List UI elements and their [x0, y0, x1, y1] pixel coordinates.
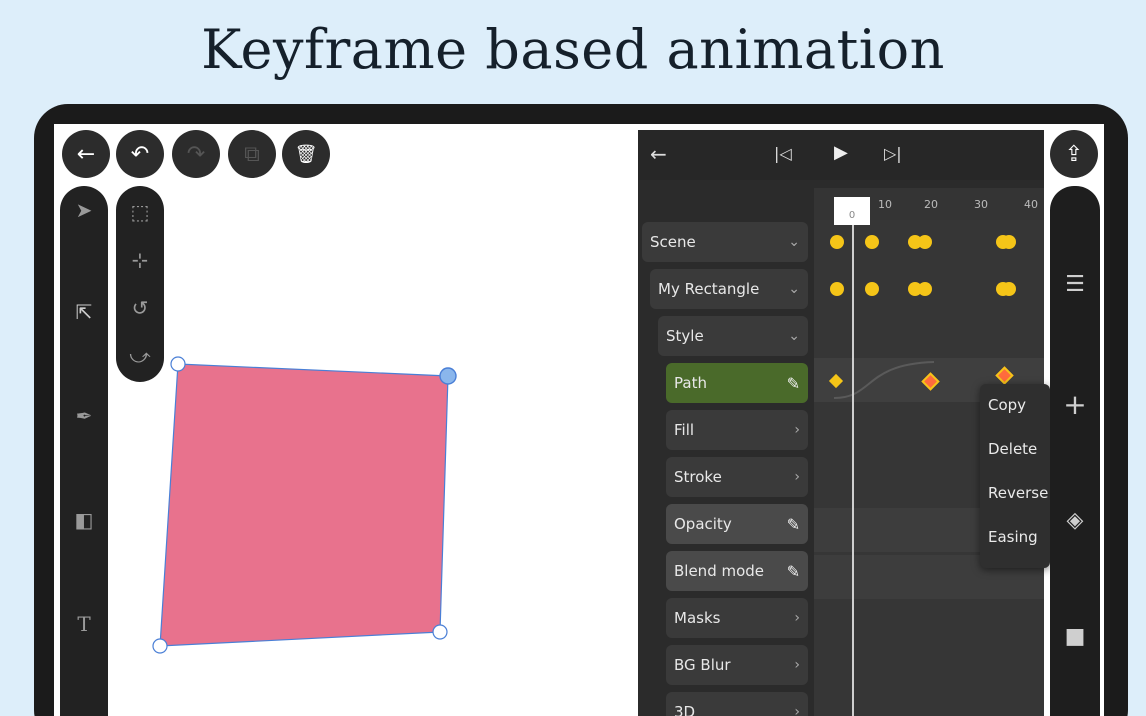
- drawing-canvas[interactable]: [54, 124, 638, 716]
- pencil-icon[interactable]: ✎: [787, 562, 800, 581]
- chevron-down-icon: ⌄: [788, 281, 800, 297]
- layer-label: Stroke: [674, 468, 722, 486]
- timeline-header: ← |◁ ▶ ▷|: [638, 130, 1044, 180]
- chevron-down-icon: ⌄: [788, 234, 800, 250]
- current-frame-label: 0: [848, 210, 856, 221]
- layer-label: Fill: [674, 421, 695, 439]
- property-stroke[interactable]: Stroke ›: [666, 457, 808, 497]
- add-icon[interactable]: +: [1050, 388, 1100, 421]
- keyframe[interactable]: [918, 235, 932, 249]
- property-path[interactable]: Path ✎: [666, 363, 808, 403]
- chevron-right-icon: ›: [794, 469, 800, 485]
- property-fill[interactable]: Fill ›: [666, 410, 808, 450]
- ruler-tick: 40: [1024, 198, 1038, 211]
- pencil-icon[interactable]: ✎: [787, 374, 800, 393]
- layer-scene[interactable]: Scene ⌄: [642, 222, 808, 262]
- menu-item-copy[interactable]: Copy: [988, 396, 1026, 414]
- chevron-down-icon: ⌄: [788, 328, 800, 344]
- play-icon[interactable]: ▶: [834, 142, 848, 163]
- pink-quad-shape[interactable]: [159, 363, 449, 647]
- current-frame-indicator[interactable]: 0: [834, 197, 870, 225]
- property-blend-mode[interactable]: Blend mode ✎: [666, 551, 808, 591]
- chevron-right-icon: ›: [794, 422, 800, 438]
- ruler-tick: 10: [878, 198, 892, 211]
- keyframe-context-menu: Copy Delete Reverse Easing: [980, 384, 1050, 568]
- playhead[interactable]: [852, 225, 854, 716]
- layer-label: Path: [674, 374, 707, 392]
- skip-start-icon[interactable]: |◁: [774, 144, 792, 163]
- menu-item-easing[interactable]: Easing: [988, 528, 1038, 546]
- pencil-icon[interactable]: ✎: [787, 515, 800, 534]
- property-masks[interactable]: Masks ›: [666, 598, 808, 638]
- property-bg-blur[interactable]: BG Blur ›: [666, 645, 808, 685]
- keyframe[interactable]: [830, 235, 844, 249]
- layer-label: 3D: [674, 703, 696, 716]
- ruler-tick: 30: [974, 198, 988, 211]
- layer-label: Blend mode: [674, 562, 765, 580]
- export-button[interactable]: ⇪: [1050, 130, 1098, 178]
- ruler-tick: 20: [924, 198, 938, 211]
- timeline-back-icon[interactable]: ←: [650, 142, 667, 166]
- page-headline: Keyframe based animation: [201, 18, 945, 81]
- layer-label: BG Blur: [674, 656, 731, 674]
- keyframe[interactable]: [865, 235, 879, 249]
- layer-label: Opacity: [674, 515, 732, 533]
- keyframe[interactable]: [1002, 282, 1016, 296]
- chevron-right-icon: ›: [794, 657, 800, 673]
- adjustments-icon[interactable]: ☰: [1050, 272, 1100, 297]
- layer-label: Scene: [650, 233, 696, 251]
- layer-my-rectangle[interactable]: My Rectangle ⌄: [650, 269, 808, 309]
- node-handle[interactable]: [170, 356, 186, 372]
- keyframe[interactable]: [1002, 235, 1016, 249]
- node-handle[interactable]: [439, 367, 457, 385]
- keyframe[interactable]: [865, 282, 879, 296]
- keyframe[interactable]: [830, 282, 844, 296]
- node-handle[interactable]: [432, 624, 448, 640]
- layer-label: My Rectangle: [658, 280, 760, 298]
- property-opacity[interactable]: Opacity ✎: [666, 504, 808, 544]
- skip-end-icon[interactable]: ▷|: [884, 144, 902, 163]
- menu-item-reverse[interactable]: Reverse: [988, 484, 1048, 502]
- property-3d[interactable]: 3D ›: [666, 692, 808, 716]
- keyframe[interactable]: [918, 282, 932, 296]
- layer-label: Masks: [674, 609, 721, 627]
- layer-label: Style: [666, 327, 704, 345]
- right-tool-rail: ☰ + ◈ ■: [1050, 186, 1100, 716]
- menu-item-delete[interactable]: Delete: [988, 440, 1037, 458]
- node-handle[interactable]: [152, 638, 168, 654]
- chevron-right-icon: ›: [794, 610, 800, 626]
- chevron-right-icon: ›: [794, 704, 800, 716]
- app-screen: ← ↶ ↷ ⧉ 🗑 ➤ ⇱ ✒ ◧ T ⬚ ⊹ ↺ ⤻ ← |◁ ▶ ▷| 10…: [54, 124, 1104, 716]
- share-icon: ⇪: [1064, 141, 1084, 167]
- layer-style[interactable]: Style ⌄: [658, 316, 808, 356]
- layers-icon[interactable]: ◈: [1050, 508, 1100, 533]
- video-camera-icon[interactable]: ■: [1050, 624, 1100, 649]
